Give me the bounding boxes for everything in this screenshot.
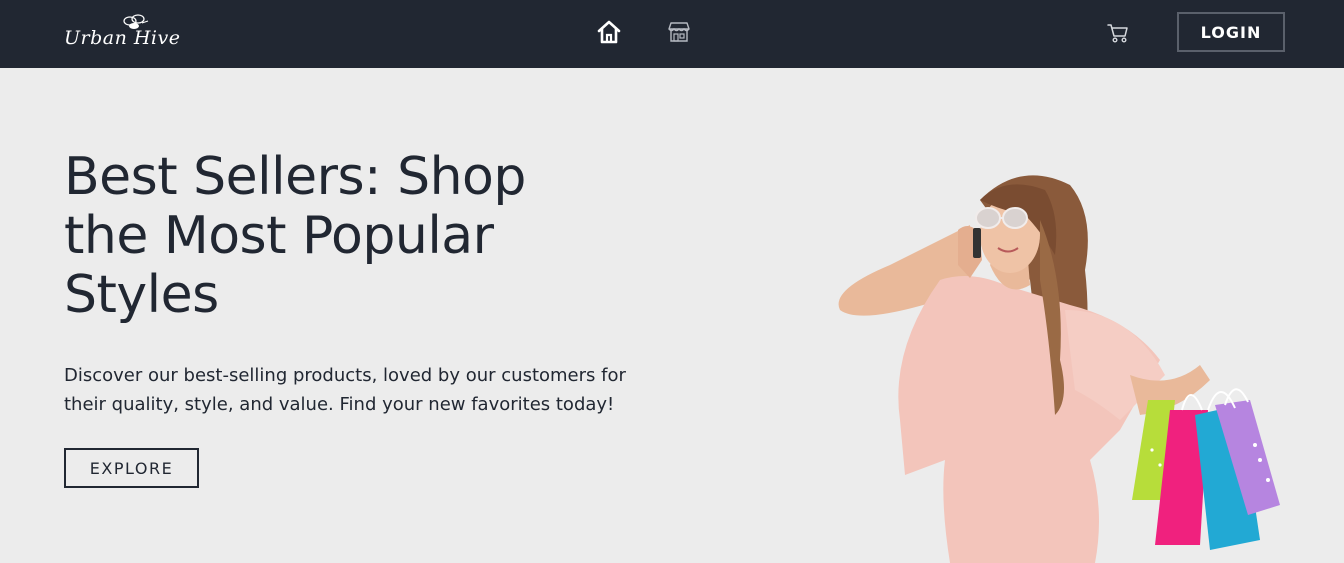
hero-title: Best Sellers: Shop the Most Popular Styl… [64,147,526,325]
logo-text: Urban Hive [64,27,181,49]
phone-icon [973,228,981,258]
explore-button[interactable]: EXPLORE [64,448,199,488]
home-icon[interactable] [595,18,623,46]
brand-logo[interactable]: Urban Hive [64,13,180,55]
shopping-bags-icon [1132,388,1280,550]
dress-shape [898,276,1160,563]
hero-description: Discover our best-selling products, love… [64,365,626,415]
hero-model-image [838,175,1280,563]
login-button[interactable]: LOGIN [1177,12,1285,52]
shop-icon[interactable] [666,20,692,44]
top-navbar: Urban Hive LOGIN [0,0,1344,68]
cart-icon[interactable] [1106,22,1130,44]
